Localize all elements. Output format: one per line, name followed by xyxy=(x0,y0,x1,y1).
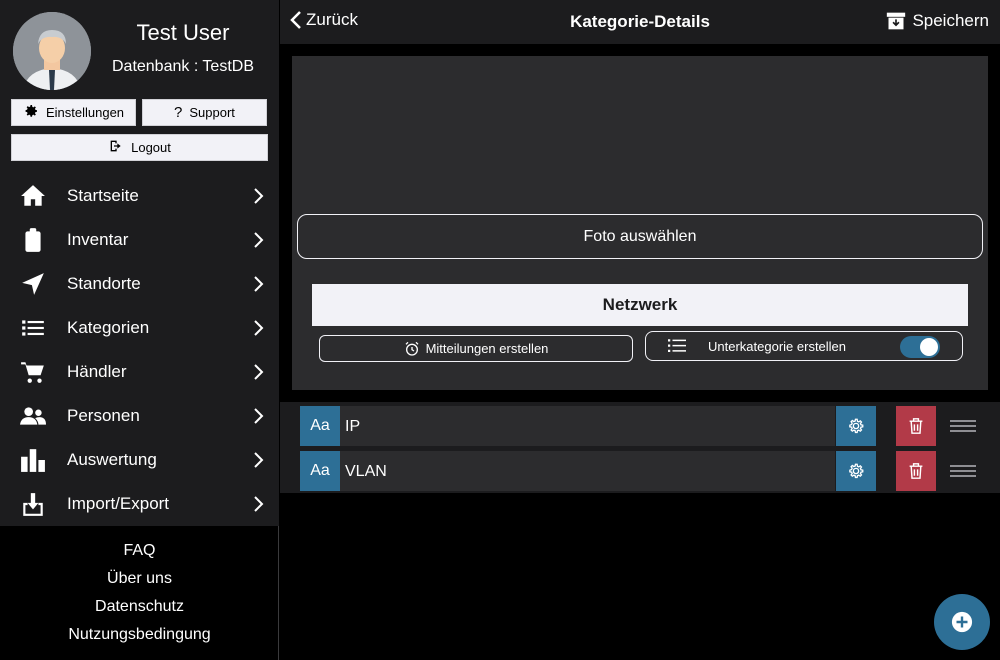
chevron-right-icon xyxy=(254,320,264,336)
archive-icon xyxy=(887,12,906,30)
sidebar-item-label: Auswertung xyxy=(67,450,157,469)
toggle-knob xyxy=(920,338,938,356)
sidebar-item-label: Händler xyxy=(67,362,127,381)
clipboard-icon xyxy=(19,226,47,254)
save-label: Speichern xyxy=(912,11,989,30)
sidebar-item-startseite[interactable]: Startseite xyxy=(0,174,279,218)
sidebar-item-personen[interactable]: Personen xyxy=(0,394,279,438)
question-icon: ? xyxy=(174,104,183,121)
gear-icon xyxy=(849,418,864,434)
avatar[interactable] xyxy=(13,12,91,90)
sidebar-item-label: Kategorien xyxy=(67,318,150,337)
sidebar-item-label: Inventar xyxy=(67,230,129,249)
chevron-right-icon xyxy=(254,452,264,468)
back-label: Zurück xyxy=(306,10,358,29)
cart-icon xyxy=(19,358,47,386)
logout-icon xyxy=(108,138,124,157)
chevron-right-icon xyxy=(254,496,264,512)
list-icon xyxy=(668,339,686,352)
chevron-right-icon xyxy=(254,232,264,248)
field-settings-button[interactable] xyxy=(836,406,876,446)
logout-button[interactable]: Logout xyxy=(11,134,268,161)
home-icon xyxy=(19,182,47,210)
list-item: Aa VLAN xyxy=(280,451,1000,491)
faq-link[interactable]: FAQ xyxy=(0,537,279,565)
gear-icon xyxy=(849,463,864,479)
subcategory-row: Unterkategorie erstellen xyxy=(645,331,963,361)
alarm-clock-icon xyxy=(405,341,419,356)
create-messages-button[interactable]: Mitteilungen erstellen xyxy=(319,335,633,362)
terms-link[interactable]: Nutzungsbedingung xyxy=(0,621,279,649)
support-label: Support xyxy=(189,105,235,120)
sidebar: Test User Datenbank : TestDB Einstellung… xyxy=(0,0,279,660)
logout-label: Logout xyxy=(131,140,171,155)
sidebar-item-inventar[interactable]: Inventar xyxy=(0,218,279,262)
chevron-right-icon xyxy=(254,364,264,380)
field-name-input[interactable]: IP xyxy=(340,406,835,446)
chevron-right-icon xyxy=(254,408,264,424)
gear-icon xyxy=(23,103,39,122)
field-type-badge[interactable]: Aa xyxy=(300,406,340,446)
sidebar-item-auswertung[interactable]: Auswertung xyxy=(0,438,279,482)
drag-handle-icon[interactable] xyxy=(950,420,976,432)
trash-icon xyxy=(909,463,923,479)
chevron-right-icon xyxy=(254,188,264,204)
field-list: Aa IP Aa VLAN xyxy=(280,402,1000,493)
list-icon xyxy=(19,314,47,342)
bar-chart-icon xyxy=(19,446,47,474)
field-name-input[interactable]: VLAN xyxy=(340,451,835,491)
subcategory-label: Unterkategorie erstellen xyxy=(708,339,847,354)
category-name-field[interactable]: Netzwerk xyxy=(312,284,968,326)
support-button[interactable]: ? Support xyxy=(142,99,267,126)
field-delete-button[interactable] xyxy=(896,451,936,491)
field-settings-button[interactable] xyxy=(836,451,876,491)
download-icon xyxy=(19,490,47,518)
top-bar: Kategorie-Details Zurück Speichern xyxy=(280,0,1000,44)
sidebar-item-label: Import/Export xyxy=(67,494,170,513)
field-type-badge[interactable]: Aa xyxy=(300,451,340,491)
settings-button[interactable]: Einstellungen xyxy=(11,99,136,126)
drag-handle-icon[interactable] xyxy=(950,465,976,477)
plus-circle-icon xyxy=(951,611,973,633)
privacy-link[interactable]: Datenschutz xyxy=(0,593,279,621)
sidebar-item-haendler[interactable]: Händler xyxy=(0,350,279,394)
sidebar-item-label: Personen xyxy=(67,406,140,425)
sidebar-menu-panel: Test User Datenbank : TestDB Einstellung… xyxy=(0,0,279,526)
create-messages-label: Mitteilungen erstellen xyxy=(425,341,549,356)
sidebar-item-import-export[interactable]: Import/Export xyxy=(0,482,279,526)
chevron-left-icon xyxy=(290,11,301,29)
add-field-button[interactable] xyxy=(934,594,990,650)
select-photo-button[interactable]: Foto auswählen xyxy=(297,214,983,259)
footer-links: FAQ Über uns Datenschutz Nutzungsbedingu… xyxy=(0,537,279,649)
settings-label: Einstellungen xyxy=(45,105,125,120)
user-name: Test User xyxy=(136,20,230,45)
sidebar-item-label: Startseite xyxy=(67,186,139,205)
people-icon xyxy=(19,402,47,430)
sidebar-item-label: Standorte xyxy=(67,274,141,293)
list-item: Aa IP xyxy=(280,406,1000,446)
save-button[interactable]: Speichern xyxy=(886,11,989,31)
sidebar-item-standorte[interactable]: Standorte xyxy=(0,262,279,306)
location-arrow-icon xyxy=(19,270,47,298)
chevron-right-icon xyxy=(254,276,264,292)
database-name: Datenbank : TestDB xyxy=(111,58,254,75)
trash-icon xyxy=(909,418,923,434)
field-delete-button[interactable] xyxy=(896,406,936,446)
back-button[interactable]: Zurück xyxy=(290,10,358,30)
subcategory-toggle[interactable] xyxy=(900,336,940,358)
about-link[interactable]: Über uns xyxy=(0,565,279,593)
sidebar-item-kategorien[interactable]: Kategorien xyxy=(0,306,279,350)
